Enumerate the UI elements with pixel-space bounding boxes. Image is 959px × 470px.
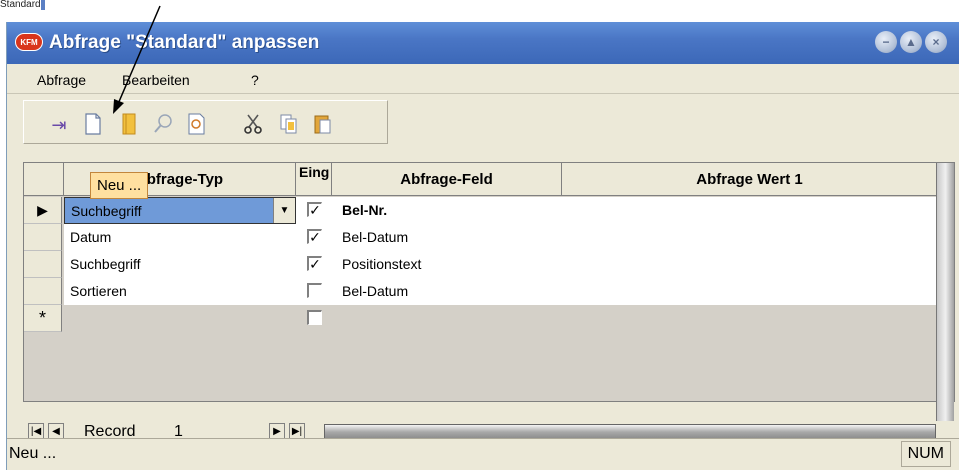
abfrage-feld-value[interactable]: Bel-Datum (342, 224, 408, 251)
row-selector[interactable] (24, 224, 62, 251)
header-abfrage-wert-1[interactable]: Abfrage Wert 1 (562, 163, 938, 196)
app-icon[interactable]: KFM (15, 33, 43, 51)
close-button[interactable]: × (925, 31, 947, 53)
abfrage-typ-cell[interactable]: Sortieren (64, 278, 296, 305)
title-bar[interactable]: KFM Abfrage "Standard" anpassen − ▲ × (7, 22, 959, 64)
row-selector[interactable] (24, 251, 62, 278)
num-lock-indicator: NUM (900, 441, 951, 467)
background-window-text: Standard (0, 0, 41, 10)
grid-header: Abfrage-Typ Eing Abfrage-Feld Abfrage We… (24, 163, 938, 196)
eing-checkbox[interactable] (307, 283, 322, 298)
paste-icon[interactable] (312, 113, 334, 137)
header-row-selector (24, 163, 64, 196)
query-grid: Abfrage-Typ Eing Abfrage-Feld Abfrage We… (23, 162, 955, 440)
table-row[interactable]: ▶ Suchbegriff ▼ ✓ Bel-Nr. (24, 197, 938, 224)
eing-checkbox[interactable]: ✓ (307, 256, 322, 271)
table-row[interactable]: Suchbegriff ✓ Positionstext (24, 251, 938, 278)
table-row-new[interactable]: * (24, 305, 938, 332)
new-row-selector[interactable]: * (24, 305, 62, 332)
eing-checkbox[interactable] (307, 310, 322, 325)
search-icon[interactable] (152, 113, 174, 137)
abfrage-typ-cell[interactable]: Suchbegriff (64, 251, 296, 278)
maximize-button[interactable]: ▲ (900, 31, 922, 53)
window-title: Abfrage "Standard" anpassen (49, 32, 320, 53)
background-window-highlight (40, 0, 45, 10)
status-bar: Neu ... NUM (7, 438, 959, 470)
abfrage-feld-value[interactable]: Bel-Datum (342, 278, 408, 305)
exit-icon[interactable]: ⇥ (48, 113, 70, 137)
tooltip: Neu ... (90, 172, 149, 199)
menu-help[interactable]: ? (251, 72, 259, 88)
query-window: KFM Abfrage "Standard" anpassen − ▲ × Ab… (6, 22, 959, 470)
menu-abfrage[interactable]: Abfrage (37, 72, 86, 88)
background-window-fragment: Standard (0, 0, 160, 10)
minimize-button[interactable]: − (875, 31, 897, 53)
cut-icon[interactable] (242, 113, 264, 137)
header-eing[interactable]: Eing (296, 163, 332, 196)
copy-icon[interactable] (278, 113, 300, 137)
row-selector-current[interactable]: ▶ (24, 197, 62, 224)
status-text: Neu ... (9, 445, 57, 462)
abfrage-typ-cell[interactable] (64, 305, 296, 332)
chevron-down-icon[interactable]: ▼ (273, 198, 295, 223)
abfrage-typ-cell[interactable]: Datum (64, 224, 296, 251)
abfrage-feld-value[interactable]: Positionstext (342, 251, 421, 278)
book-icon[interactable] (118, 113, 140, 137)
abfrage-typ-dropdown[interactable]: Suchbegriff ▼ (64, 197, 296, 224)
table-row[interactable]: Datum ✓ Bel-Datum (24, 224, 938, 251)
vertical-scrollbar[interactable] (936, 163, 954, 421)
eing-checkbox[interactable]: ✓ (307, 229, 322, 244)
abfrage-feld-value[interactable]: Bel-Nr. (342, 197, 387, 224)
preview-icon[interactable] (186, 113, 208, 137)
row-selector[interactable] (24, 278, 62, 305)
header-abfrage-feld[interactable]: Abfrage-Feld (332, 163, 562, 196)
eing-checkbox[interactable]: ✓ (307, 202, 322, 217)
new-document-icon[interactable] (82, 113, 104, 137)
abfrage-typ-value: Suchbegriff (71, 203, 142, 219)
menu-bar: Abfrage Bearbeiten ? (7, 64, 959, 94)
menu-bearbeiten[interactable]: Bearbeiten (122, 72, 190, 88)
toolbar: ⇥ (23, 100, 388, 144)
table-row[interactable]: Sortieren Bel-Datum (24, 278, 938, 305)
